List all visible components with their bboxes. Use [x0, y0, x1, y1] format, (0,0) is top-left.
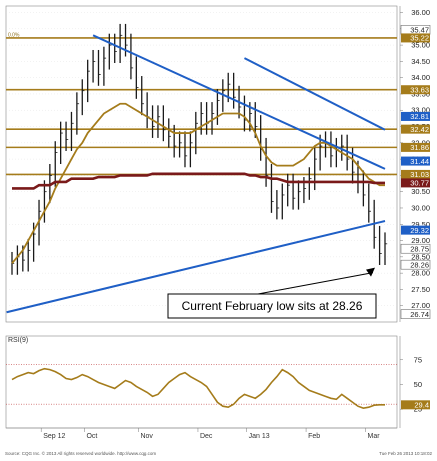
price-badge-label: 30.77 [410, 179, 429, 188]
footer-timestamp: Tue Feb 26 2013 10:18:02 [379, 451, 432, 456]
price-tick-label: 34.00 [411, 73, 430, 82]
price-badge-label: 26.74 [410, 310, 429, 319]
fibonacci-level-label: 0.0% [8, 32, 20, 38]
rsi-tick-label: 50 [414, 380, 422, 389]
price-tick-label: 36.00 [411, 8, 430, 17]
price-badge-label: 31.44 [410, 157, 429, 166]
x-tick-label: Oct [86, 433, 97, 440]
price-badge-label: 28.26 [410, 260, 429, 269]
price-tick-label: 28.00 [411, 269, 430, 278]
footer-source: Source: CQG Inc. © 2013 All rights reser… [5, 450, 156, 456]
price-tick-label: 30.00 [411, 203, 430, 212]
price-badge-label: 32.81 [410, 112, 429, 121]
x-tick-label: Sep 12 [43, 433, 65, 440]
price-tick-label: 30.50 [411, 187, 430, 196]
price-badge-label: 32.42 [410, 125, 429, 134]
price-badge-label: 33.63 [410, 85, 429, 94]
price-tick-label: 27.00 [411, 301, 430, 310]
price-badge-label: 28.75 [410, 244, 429, 253]
chart-canvas: 27.0027.5028.0028.5029.0029.5030.0030.50… [0, 0, 437, 461]
annotation-text: Current February low sits at 28.26 [182, 299, 363, 313]
x-tick-label: Dec [200, 433, 213, 440]
x-tick-label: Feb [308, 433, 320, 440]
x-tick-label: Mar [368, 433, 381, 440]
rsi-value-badge-label: 29.4 [414, 401, 429, 410]
rsi-tick-label: 75 [414, 355, 422, 364]
x-tick-label: Jan 13 [249, 433, 270, 440]
price-tick-label: 27.50 [411, 285, 430, 294]
x-tick-label: Nov [140, 433, 153, 440]
price-badge-label: 35.22 [410, 34, 429, 43]
rsi-title: RSI(9) [8, 337, 28, 344]
price-badge-label: 31.86 [410, 143, 429, 152]
price-badge-label: 29.32 [410, 226, 429, 235]
background [0, 0, 437, 461]
price-tick-label: 34.50 [411, 57, 430, 66]
